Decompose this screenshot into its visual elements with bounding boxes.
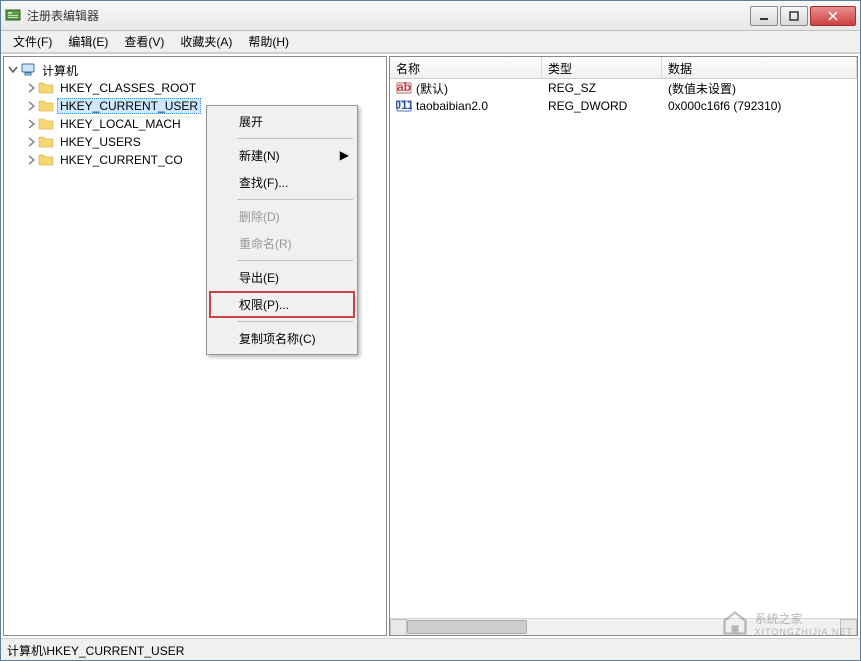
submenu-arrow-icon: ▶ bbox=[340, 148, 349, 162]
string-value-icon: ab bbox=[396, 80, 412, 96]
header-type[interactable]: 类型 bbox=[542, 57, 662, 78]
separator bbox=[237, 260, 353, 261]
folder-icon bbox=[38, 98, 54, 114]
tree-root-label[interactable]: 计算机 bbox=[39, 61, 81, 80]
expander-icon[interactable] bbox=[24, 135, 38, 149]
computer-icon bbox=[20, 62, 36, 78]
watermark-sub: XITONGZHIJIA.NET bbox=[755, 627, 853, 637]
close-icon bbox=[828, 11, 838, 21]
menubar: 文件(F) 编辑(E) 查看(V) 收藏夹(A) 帮助(H) bbox=[1, 31, 860, 53]
ctx-new-label: 新建(N) bbox=[239, 149, 280, 163]
ctx-expand[interactable]: 展开 bbox=[209, 108, 355, 135]
ctx-rename: 重命名(R) bbox=[209, 230, 355, 257]
folder-icon bbox=[38, 80, 54, 96]
menu-edit[interactable]: 编辑(E) bbox=[60, 31, 116, 52]
minimize-icon bbox=[759, 11, 769, 21]
minimize-button[interactable] bbox=[750, 6, 778, 26]
tree-label[interactable]: HKEY_CURRENT_CO bbox=[57, 152, 186, 168]
list-header: 名称 类型 数据 bbox=[390, 57, 857, 79]
expander-icon[interactable] bbox=[24, 99, 38, 113]
list-row[interactable]: 011 taobaibian2.0 REG_DWORD0x000c16f6 (792… bbox=[390, 97, 857, 115]
cell-name: 011 taobaibian2.0 bbox=[390, 97, 542, 115]
tree-root-node[interactable]: 计算机 bbox=[6, 61, 384, 79]
folder-icon bbox=[38, 152, 54, 168]
ctx-export[interactable]: 导出(E) bbox=[209, 264, 355, 291]
close-button[interactable] bbox=[810, 6, 856, 26]
separator bbox=[237, 321, 353, 322]
window-controls bbox=[750, 6, 856, 26]
watermark-icon bbox=[721, 609, 749, 637]
ctx-copy-key-name[interactable]: 复制项名称(C) bbox=[209, 325, 355, 352]
tree-node-hkey-classes-root[interactable]: HKEY_CLASSES_ROOT bbox=[24, 79, 384, 97]
menu-help[interactable]: 帮助(H) bbox=[240, 31, 297, 52]
tree-label[interactable]: HKEY_USERS bbox=[57, 134, 144, 150]
tree-label[interactable]: HKEY_LOCAL_MACH bbox=[57, 116, 184, 132]
menu-view[interactable]: 查看(V) bbox=[116, 31, 172, 52]
values-pane: 名称 类型 数据 ab (默认) REG_SZ(数值未设置) 011 taobaibia… bbox=[389, 56, 858, 636]
statusbar: 计算机\HKEY_CURRENT_USER bbox=[1, 638, 860, 660]
value-name: (默认) bbox=[416, 80, 448, 97]
expander-icon[interactable] bbox=[6, 63, 20, 77]
tree-label[interactable]: HKEY_CLASSES_ROOT bbox=[57, 80, 199, 96]
scroll-left-button[interactable] bbox=[390, 619, 407, 636]
maximize-icon bbox=[789, 11, 799, 21]
cell-type: REG_DWORD bbox=[542, 98, 662, 114]
separator bbox=[237, 138, 353, 139]
ctx-find[interactable]: 查找(F)... bbox=[209, 169, 355, 196]
svg-text:011: 011 bbox=[396, 98, 412, 112]
folder-icon bbox=[38, 116, 54, 132]
expander-icon[interactable] bbox=[24, 117, 38, 131]
menu-favorites[interactable]: 收藏夹(A) bbox=[172, 31, 240, 52]
status-path: 计算机\HKEY_CURRENT_USER bbox=[7, 644, 184, 658]
app-icon bbox=[5, 8, 21, 24]
folder-icon bbox=[38, 134, 54, 150]
ctx-delete: 删除(D) bbox=[209, 203, 355, 230]
expander-icon[interactable] bbox=[24, 81, 38, 95]
cell-name: ab (默认) bbox=[390, 79, 542, 98]
menu-file[interactable]: 文件(F) bbox=[5, 31, 60, 52]
scroll-thumb[interactable] bbox=[407, 620, 527, 634]
watermark: 系统之家 XITONGZHIJIA.NET bbox=[721, 609, 853, 637]
cell-data: (数值未设置) bbox=[662, 79, 842, 98]
cell-data: 0x000c16f6 (792310) bbox=[662, 98, 842, 114]
ctx-new[interactable]: 新建(N) ▶ bbox=[209, 142, 355, 169]
context-menu: 展开 新建(N) ▶ 查找(F)... 删除(D) 重命名(R) 导出(E) 权… bbox=[206, 105, 358, 355]
cell-type: REG_SZ bbox=[542, 80, 662, 96]
header-name[interactable]: 名称 bbox=[390, 57, 542, 78]
expander-icon[interactable] bbox=[24, 153, 38, 167]
maximize-button[interactable] bbox=[780, 6, 808, 26]
header-data[interactable]: 数据 bbox=[662, 57, 857, 78]
list-row[interactable]: ab (默认) REG_SZ(数值未设置) bbox=[390, 79, 857, 97]
watermark-main: 系统之家 bbox=[755, 610, 853, 627]
binary-value-icon: 011 bbox=[396, 98, 412, 114]
window-title: 注册表编辑器 bbox=[27, 7, 750, 24]
content-area: 计算机 HKEY_CLASSES_ROOT HKEY_CURRENT_USER HK… bbox=[1, 53, 860, 638]
ctx-permissions[interactable]: 权限(P)... bbox=[209, 291, 355, 318]
titlebar: 注册表编辑器 bbox=[1, 1, 860, 31]
list-body[interactable]: ab (默认) REG_SZ(数值未设置) 011 taobaibian2.0 REG_D… bbox=[390, 79, 857, 618]
value-name: taobaibian2.0 bbox=[416, 99, 488, 113]
svg-text:ab: ab bbox=[397, 80, 411, 94]
separator bbox=[237, 199, 353, 200]
tree-label[interactable]: HKEY_CURRENT_USER bbox=[57, 98, 201, 114]
registry-editor-window: 注册表编辑器 文件(F) 编辑(E) 查看(V) 收藏夹(A) 帮助(H) bbox=[0, 0, 861, 661]
